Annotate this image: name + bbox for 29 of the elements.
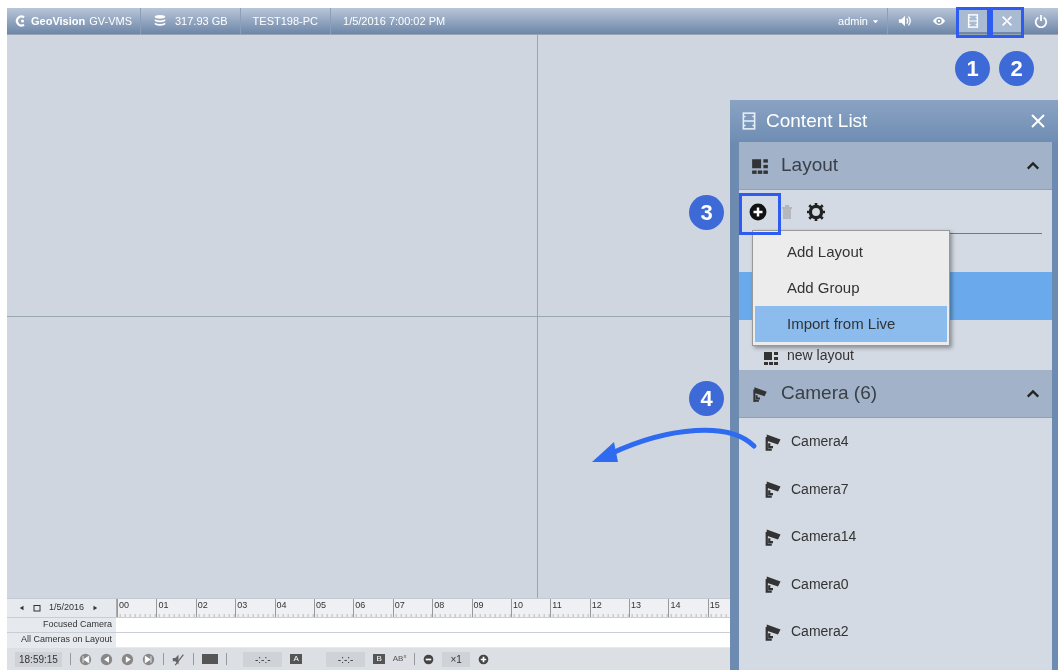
computer-name: TEST198-PC: [251, 13, 319, 29]
hour-label: 03: [237, 600, 248, 610]
marker-time-field: -:-:-: [325, 651, 366, 667]
hour-label: 05: [315, 600, 326, 610]
date-time: 1/5/2016 7:00:02 PM: [342, 13, 447, 29]
hour-label: 08: [434, 600, 445, 610]
hour-label: 07: [394, 600, 405, 610]
track-label: All Cameras on Layout: [19, 633, 113, 647]
speed-value: ×1: [442, 651, 470, 667]
timeline-date: 1/5/2016: [49, 601, 85, 615]
hour-label: 12: [591, 600, 602, 610]
hour-label: 04: [276, 600, 287, 610]
hour-label: 06: [355, 600, 366, 610]
hour-label: 15: [709, 600, 720, 610]
product-name: GV-VMS: [89, 13, 132, 29]
hour-label: 10: [512, 600, 523, 610]
hour-label: 01: [158, 600, 169, 610]
current-time: 18:59:15: [15, 651, 62, 667]
hour-label: 11: [552, 600, 562, 610]
marker-time-field: -:-:-: [242, 651, 283, 667]
hour-label: 02: [197, 600, 208, 610]
hour-label: 00: [119, 600, 129, 610]
hour-label: 09: [473, 600, 484, 610]
hour-label: 14: [670, 600, 681, 610]
logo-text: GeoVision: [31, 13, 86, 29]
panel-title: Content List: [766, 108, 869, 133]
storage-size: 317.93 GB: [175, 13, 228, 29]
track-label: Focused Camera: [41, 618, 113, 632]
hour-label: 13: [631, 600, 642, 610]
